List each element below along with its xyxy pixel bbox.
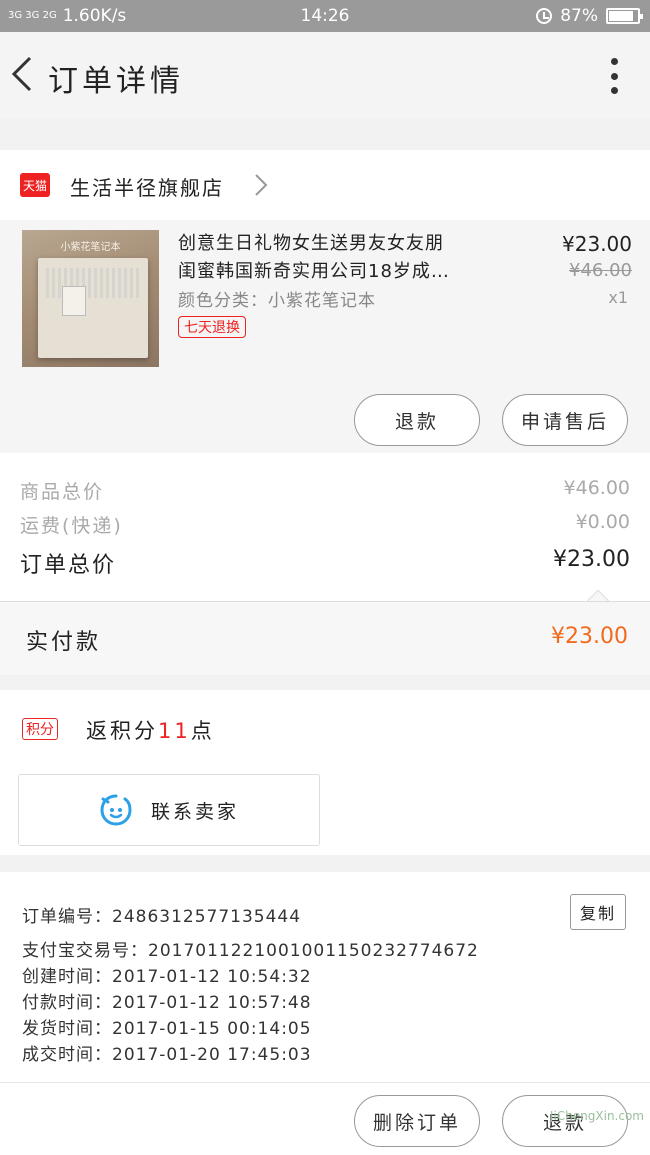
watermark: JiChengXin.com [549,1109,644,1123]
goods-total-label: 商品总价 [20,481,105,503]
alarm-icon [536,8,553,24]
dot-icon [610,58,618,65]
shipped-time: 发货时间：2017-01-15 00:14:05 [22,1019,312,1039]
contact-seller-button[interactable]: 联系卖家 [18,774,320,846]
refund-button[interactable]: 退款 [354,394,480,446]
delete-order-button[interactable]: 删除订单 [354,1095,480,1147]
copy-button[interactable]: 复制 [570,894,626,930]
shipping-value: ¥0.00 [575,511,630,533]
battery-fill [609,11,633,21]
chevron-right-icon [252,172,270,198]
goods-total-row: 商品总价 ¥46.00 [20,477,630,504]
order-total-value: ¥23.00 [553,547,630,572]
product-quantity: x1 [608,288,628,307]
notebook-cover-graphic [62,286,86,316]
paid-label: 实付款 [26,630,102,655]
paid-value: ¥23.00 [551,624,628,649]
paid-time: 付款时间：2017-01-12 10:57:48 [22,993,312,1013]
shipping-label: 运费(快递) [20,515,123,537]
product-title[interactable]: 创意生日礼物女生送男友女友朋 闺蜜韩国新奇实用公司18岁成… [178,230,508,286]
product-original-price: ¥46.00 [569,260,632,281]
status-right: 87% [536,6,643,26]
order-total-label: 订单总价 [20,553,117,578]
shipping-row: 运费(快递) ¥0.00 [20,511,630,538]
product-image[interactable]: 小紫花笔记本 [22,230,159,367]
dot-icon [610,72,618,80]
points-text-suffix: 点 [190,719,215,743]
more-menu-button[interactable] [608,58,620,94]
created-time: 创建时间：2017-01-12 10:54:32 [22,967,312,987]
product-variant: 颜色分类：小紫花笔记本 [178,291,376,311]
battery-percent: 87% [560,6,598,26]
contact-seller-label: 联系卖家 [150,800,239,823]
order-total-row: 订单总价 ¥23.00 [20,547,630,579]
points-section: 积分 返积分11点 联系卖家 [0,690,650,855]
back-button[interactable] [6,54,38,94]
order-number: 订单编号：2486312577135444 [22,907,302,927]
tmall-badge: 天猫 [20,173,50,197]
product-title-line: 创意生日礼物女生送男友女友朋 [178,233,444,254]
points-number: 11 [158,719,191,743]
alipay-transaction-number: 支付宝交易号：2017011221001001150232774672 [22,941,479,961]
battery-icon [606,8,643,24]
points-text: 返积分11点 [86,715,215,745]
goods-total-value: ¥46.00 [563,477,630,499]
shop-name[interactable]: 生活半径旗舰店 [70,172,224,201]
notebook-graphic [38,258,148,358]
chat-face-icon [100,794,132,826]
completed-time: 成交时间：2017-01-20 17:45:03 [22,1045,312,1065]
order-info: 订单编号：2486312577135444 复制 支付宝交易号：20170112… [0,872,650,1082]
points-text-prefix: 返积分 [86,719,158,743]
apply-aftersale-button[interactable]: 申请售后 [502,394,628,446]
shop-row[interactable]: 天猫 生活半径旗舰店 [0,150,650,220]
product-row[interactable]: 小紫花笔记本 创意生日礼物女生送男友女友朋 闺蜜韩国新奇实用公司18岁成… 颜色… [0,220,650,453]
chevron-left-icon [11,56,32,92]
dot-icon [610,87,618,94]
product-price: ¥23.00 [562,232,632,256]
seven-day-return-badge: 七天退换 [178,316,246,338]
page-title: 订单详情 [48,64,184,99]
product-title-line: 闺蜜韩国新奇实用公司18岁成… [178,261,450,282]
product-image-label: 小紫花笔记本 [60,242,121,253]
status-bar: 3G 3G 2G 1.60K/s 14:26 87% [0,0,650,32]
order-totals: 商品总价 ¥46.00 运费(快递) ¥0.00 订单总价 ¥23.00 [0,453,650,613]
paid-amount-row: 实付款 ¥23.00 [0,601,650,675]
points-badge: 积分 [22,718,58,740]
bottom-action-bar: 删除订单 退款 JiChengXin.com [0,1082,650,1155]
app-header: 订单详情 [0,32,650,118]
